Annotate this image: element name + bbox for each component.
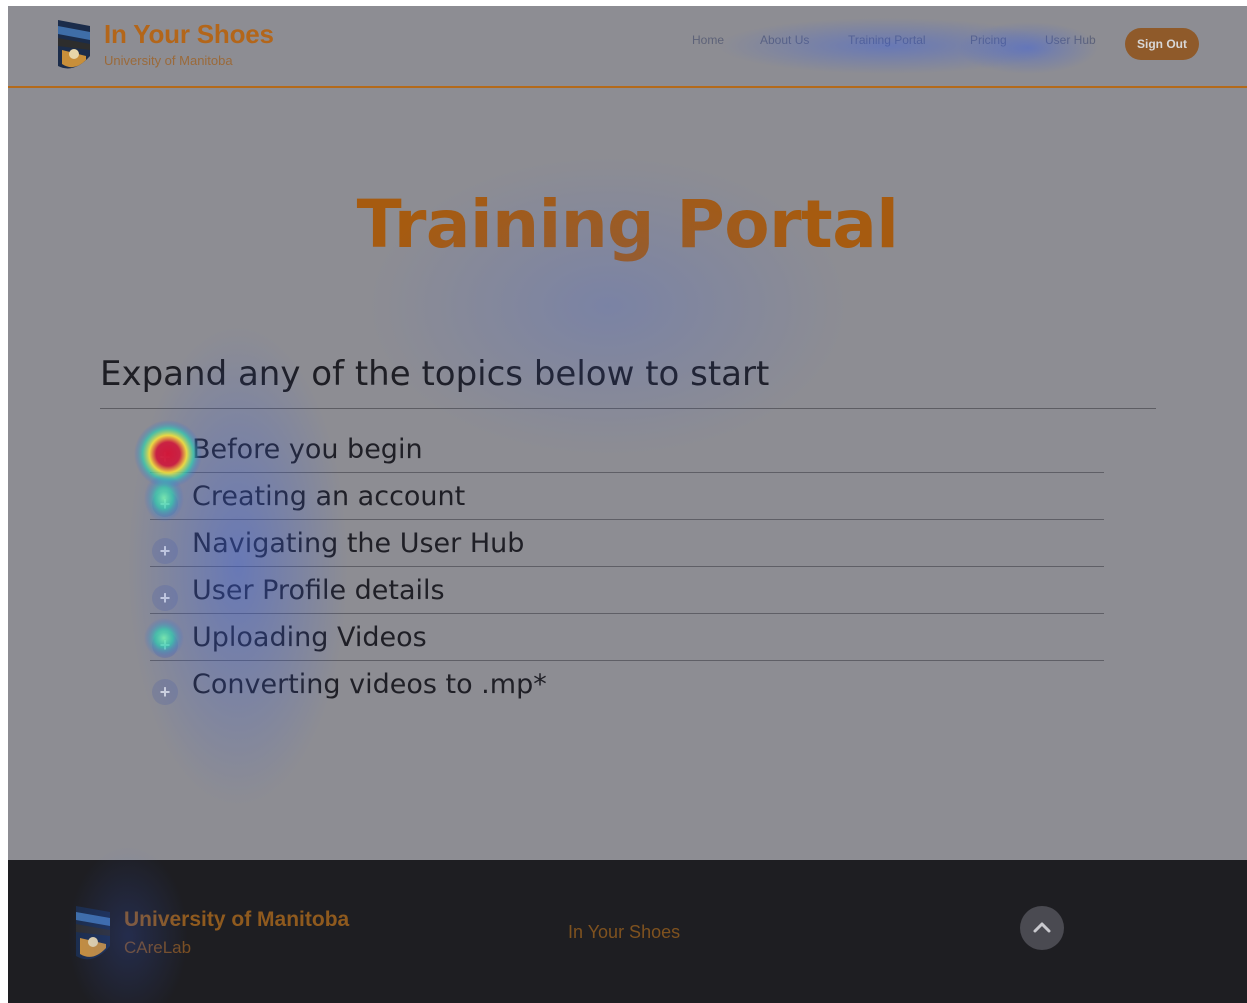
- topic-item[interactable]: + Uploading Videos: [150, 614, 1104, 661]
- topic-label[interactable]: Converting videos to .mp*: [192, 669, 547, 700]
- nav-training-portal[interactable]: Training Portal: [848, 33, 926, 53]
- page-frame: In Your Shoes University of Manitoba Hom…: [8, 6, 1247, 1003]
- chevron-up-icon: [1033, 922, 1051, 933]
- site-header: In Your Shoes University of Manitoba Hom…: [8, 6, 1247, 88]
- brand-subtitle: University of Manitoba: [104, 53, 233, 68]
- topic-label[interactable]: User Profile details: [192, 575, 445, 606]
- nav-pricing[interactable]: Pricing: [970, 33, 1007, 53]
- topic-label[interactable]: Creating an account: [192, 481, 465, 512]
- topic-item[interactable]: + Before you begin: [150, 426, 1104, 473]
- topic-label[interactable]: Uploading Videos: [192, 622, 427, 653]
- sign-out-button[interactable]: Sign Out: [1125, 28, 1199, 60]
- footer-subtitle: CAreLab: [124, 938, 192, 957]
- section-divider: [100, 408, 1156, 409]
- section-heading: Expand any of the topics below to start: [100, 354, 770, 394]
- plus-circle-icon[interactable]: +: [152, 538, 178, 564]
- topic-list: + Before you begin + Creating an account…: [150, 426, 1104, 707]
- plus-circle-icon[interactable]: +: [152, 444, 178, 470]
- plus-circle-icon[interactable]: +: [152, 491, 178, 517]
- university-crest-icon[interactable]: [54, 16, 94, 76]
- nav-home[interactable]: Home: [692, 33, 724, 53]
- university-crest-icon: [76, 906, 110, 960]
- footer-brand-link[interactable]: In Your Shoes: [568, 922, 680, 943]
- plus-circle-icon[interactable]: +: [152, 679, 178, 705]
- topic-item[interactable]: + Converting videos to .mp*: [150, 661, 1104, 707]
- plus-circle-icon[interactable]: +: [152, 585, 178, 611]
- page-title: Training Portal: [356, 186, 899, 263]
- nav-about-us[interactable]: About Us: [760, 33, 809, 53]
- topic-item[interactable]: + User Profile details: [150, 567, 1104, 614]
- footer-title: University of Manitoba: [124, 908, 350, 931]
- plus-circle-icon[interactable]: +: [152, 632, 178, 658]
- back-to-top-button[interactable]: [1020, 906, 1064, 950]
- brand-title[interactable]: In Your Shoes: [104, 19, 274, 50]
- topic-label[interactable]: Navigating the User Hub: [192, 528, 524, 559]
- nav-user-hub[interactable]: User Hub: [1045, 33, 1096, 53]
- topic-item[interactable]: + Navigating the User Hub: [150, 520, 1104, 567]
- site-footer: University of Manitoba CAreLab In Your S…: [8, 860, 1247, 1003]
- topic-item[interactable]: + Creating an account: [150, 473, 1104, 520]
- topic-label[interactable]: Before you begin: [192, 434, 423, 465]
